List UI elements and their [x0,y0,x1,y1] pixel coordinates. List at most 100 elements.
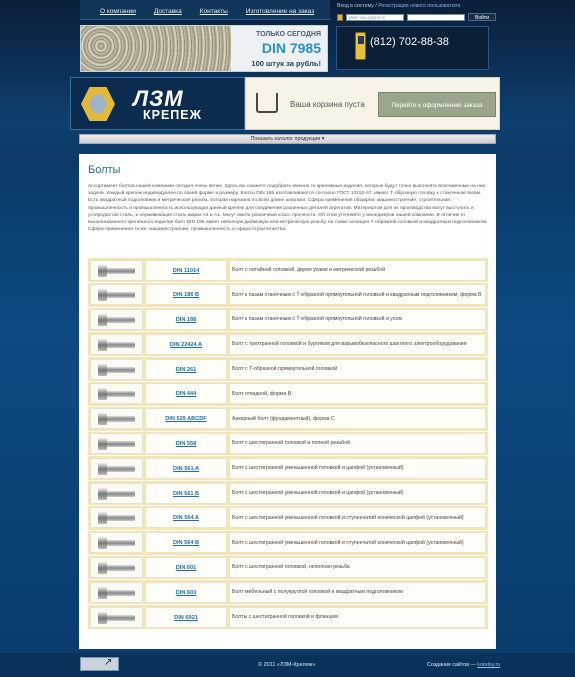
bolt-icon [98,314,135,327]
credit-label: Создание сайтов — [427,662,478,668]
product-image[interactable] [90,433,143,455]
product-image[interactable] [90,333,143,355]
site-logo[interactable]: ЛЗМ КРЕПЕЖ [70,77,245,130]
basket-icon [256,93,278,113]
product-link[interactable]: DIN 529 ABCDF [165,416,206,422]
phone-icon [355,32,366,60]
product-image[interactable] [90,408,143,430]
table-row: DIN 561 A Болт с шестигранной уменьшенной… [88,456,488,482]
main-content: Болты Ассортимент болтов нашей компании … [79,154,496,649]
product-desc: Болт к пазам станочным с Т-образной прям… [229,284,486,306]
bolt-icon [98,438,135,451]
product-link[interactable]: DIN 558 [176,441,197,447]
product-link[interactable]: DIN 601 [176,565,197,571]
arrow-icon: ↗ [104,657,113,668]
product-desc: Болт с шестигранной головкой, неполная р… [229,557,486,579]
product-link[interactable]: DIN 6921 [174,615,198,621]
product-image[interactable] [90,532,143,554]
product-desc: Болт откидной, форма В [229,383,486,405]
bolt-icon [98,413,135,426]
main-nav: О компании Доставка Контакты Изготовлени… [100,8,314,15]
table-row: DIN 186 B Болт к пазам станочным с Т-обра… [88,282,488,308]
table-row: DIN 11014 Болт с потайной головкой, двумя… [88,258,488,283]
checkout-button[interactable]: Перейти к оформлению заказа [378,92,496,117]
product-desc: Болт мебельный с полукруглой головкой и … [229,581,486,603]
product-link[interactable]: DIN 564 B [173,540,199,546]
product-image[interactable] [90,557,143,579]
register-link[interactable]: Регистрация нового пользователя [378,3,460,9]
table-row: DIN 564 B Болт с шестигранной уменьшенной… [88,530,488,556]
bolt-icon [98,487,135,500]
product-code: DIN 261 [145,358,227,380]
product-image[interactable] [90,259,143,281]
credit-link[interactable]: koreloy.ru [477,662,500,668]
product-image[interactable] [90,383,143,405]
product-desc: Болт с шестигранной уменьшенной головкой… [229,532,486,554]
footer-logo[interactable] [80,657,119,671]
intro-text: Ассортимент болтов нашей компании сегодн… [88,184,488,233]
nav-about[interactable]: О компании [100,8,136,15]
promo-banner[interactable]: ТОЛЬКО СЕГОДНЯ DIN 7985 100 штук за рубл… [80,25,328,72]
product-code: DIN 188 [145,309,227,331]
product-link[interactable]: DIN 561 A [173,466,199,472]
product-desc: Болт с Т-образной прямоугольной головкой [229,358,486,380]
bolt-icon [98,562,135,575]
hex-nut-icon [81,87,115,121]
product-code: DIN 561 B [145,482,227,504]
product-link[interactable]: DIN 188 [176,317,197,323]
product-desc: Болты с шестигранной головкой и фланцем [229,606,486,628]
product-link[interactable]: DIN 11014 [173,268,199,274]
table-row: DIN 529 ABCDF Анкерный болт (фундаментный… [88,406,488,432]
table-row: DIN 601 Болт с шестигранной головкой, неп… [88,555,488,581]
nav-custom-order[interactable]: Изготовление на заказ [246,8,314,15]
bolt-icon [98,289,135,302]
page-title: Болты [88,164,121,176]
nav-contacts[interactable]: Контакты [200,8,228,15]
bolt-icon [98,462,135,475]
username-input[interactable]: Имя пользователя [346,13,404,21]
copyright: © 2011 «ЛЗМ-Крепеж» [258,662,316,668]
credit: Создание сайтов — koreloy.ru [427,662,500,668]
product-link[interactable]: DIN 261 [176,367,197,373]
bolt-icon [98,338,135,351]
product-desc: Болт к пазам станочным с Т-образной прям… [229,309,486,331]
banner-line3: 100 штук за рубль! [251,59,321,68]
table-row: DIN 564 A Болт с шестигранной уменьшенной… [88,505,488,531]
product-link[interactable]: DIN 444 [176,391,197,397]
password-input[interactable] [407,13,465,21]
nav-delivery[interactable]: Доставка [154,8,182,15]
product-desc: Анкерный болт (фундаментный), форма С [229,408,486,430]
product-link[interactable]: DIN 22424 A [170,342,202,348]
login-icon [337,13,343,21]
banner-line2: DIN 7985 [261,40,321,56]
product-desc: Болт с шестигранной головкой и полной ре… [229,433,486,455]
product-code: DIN 22424 A [145,333,227,355]
product-image[interactable] [90,482,143,504]
product-link[interactable]: DIN 603 [176,590,197,596]
product-image[interactable] [90,309,143,331]
product-image[interactable] [90,358,143,380]
product-desc: Болт с шестигранной уменьшенной головкой… [229,457,486,479]
logo-text-sub: КРЕПЕЖ [143,108,202,122]
bolt-icon [98,512,135,525]
product-link[interactable]: DIN 564 A [173,515,199,521]
table-row: DIN 444 Болт откидной, форма В [88,381,488,407]
bolt-icon [98,586,135,599]
product-image[interactable] [90,606,143,628]
product-link[interactable]: DIN 186 B [173,292,199,298]
product-image[interactable] [90,284,143,306]
bolt-icon [98,611,135,624]
product-desc: Болт с трехгранной головкой и буртиком д… [229,333,486,355]
bolt-icon [98,388,135,401]
product-image[interactable] [90,581,143,603]
catalog-toggle[interactable]: Показать каталог продукции ▾ [79,134,496,144]
product-image[interactable] [90,457,143,479]
login-button[interactable]: Войти [468,13,496,21]
table-row: DIN 6921 Болты с шестигранной головкой и … [88,605,488,630]
product-code: DIN 529 ABCDF [145,408,227,430]
bolt-icon [98,264,135,277]
bolts-image [81,26,231,71]
product-image[interactable] [90,507,143,529]
product-link[interactable]: DIN 561 B [173,491,199,497]
bolt-icon [98,537,135,550]
